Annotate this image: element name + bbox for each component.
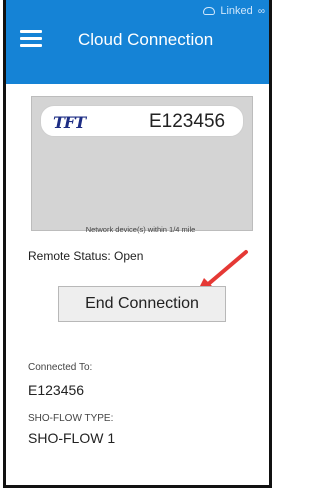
device-id: E123456 — [149, 111, 226, 132]
connected-to-value: E123456 — [28, 382, 85, 398]
end-connection-button[interactable]: End Connection — [58, 286, 226, 322]
hamburger-menu-icon[interactable] — [20, 30, 42, 48]
remote-status: Remote Status: Open — [28, 249, 144, 263]
sho-flow-type-value: SHO-FLOW 1 — [28, 430, 116, 446]
status-bar: Linked ∞ — [6, 0, 269, 22]
device-logo: TFT — [53, 113, 86, 132]
network-note: Network device(s) within 1/4 mile — [85, 225, 196, 234]
connected-to-label: Connected To: — [28, 362, 93, 373]
device-list-panel: TFT E123456 — [31, 96, 253, 231]
app-frame: Linked ∞ Cloud Connection TFT E123456 Ne… — [3, 0, 272, 488]
link-icon: ∞ — [257, 6, 265, 17]
device-list-item[interactable]: TFT E123456 — [40, 105, 244, 137]
sho-flow-type-label: SHO-FLOW TYPE: — [28, 413, 114, 424]
linked-status-text: Linked — [220, 5, 253, 17]
page-title: Cloud Connection — [78, 30, 214, 49]
cloud-icon — [203, 7, 216, 16]
